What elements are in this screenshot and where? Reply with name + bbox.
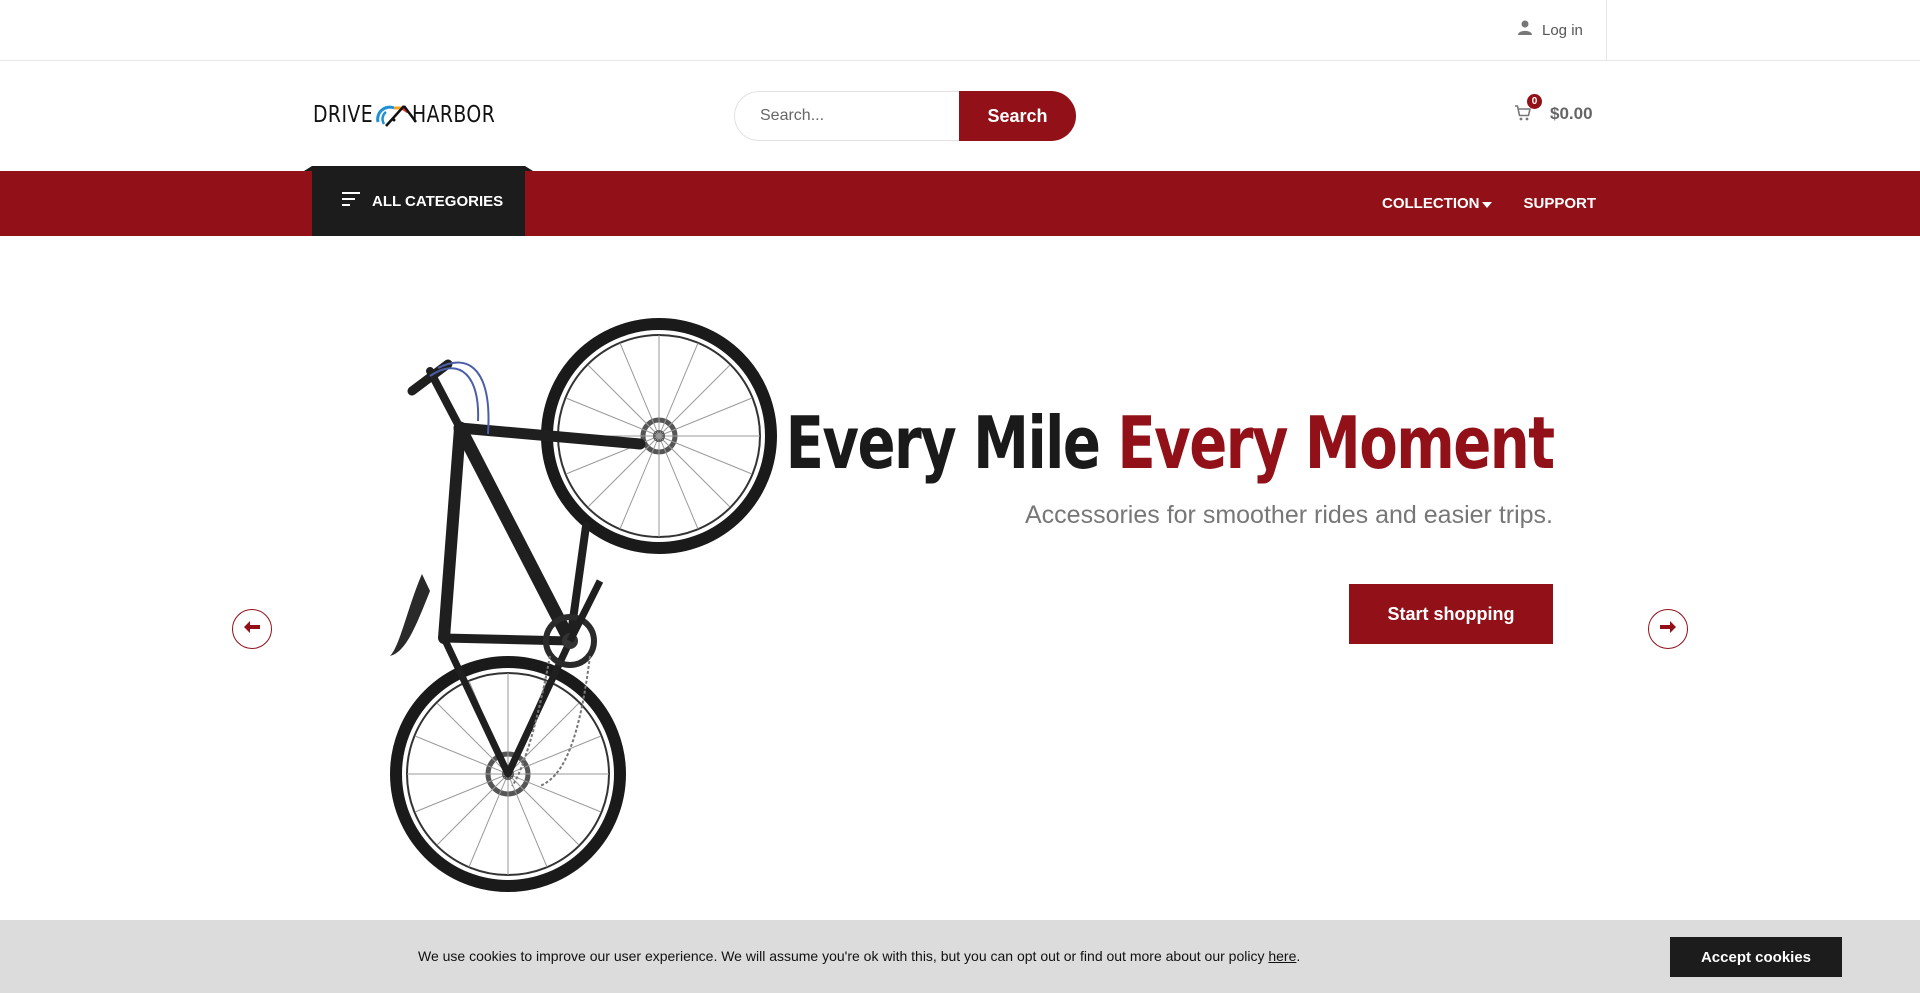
accept-cookies-button[interactable]: Accept cookies: [1670, 937, 1842, 977]
start-shopping-button[interactable]: Start shopping: [1349, 584, 1553, 644]
search-button[interactable]: Search: [959, 91, 1076, 141]
bicycle-image: [390, 318, 777, 892]
arrow-right-icon: [1660, 620, 1676, 638]
logo-text-left: DRIVE: [313, 102, 374, 128]
nav-item-collection[interactable]: COLLECTION: [1382, 195, 1492, 212]
cookie-message-suffix: .: [1296, 948, 1301, 964]
nav-item-support[interactable]: SUPPORT: [1524, 195, 1597, 212]
slider-next-button[interactable]: [1648, 609, 1688, 649]
nav-links: COLLECTION SUPPORT: [1382, 171, 1596, 236]
topbar-divider: [1606, 0, 1607, 61]
menu-lines-icon: [342, 191, 360, 211]
hero-slider: Every Mile Every Moment Accessories for …: [0, 236, 1920, 920]
arrow-left-icon: [244, 620, 260, 638]
search-input[interactable]: [734, 91, 959, 141]
nav-item-label: COLLECTION: [1382, 195, 1480, 212]
nav-item-label: SUPPORT: [1523, 195, 1597, 212]
top-utility-bar: Log in: [0, 0, 1920, 61]
cart-count-badge: 0: [1527, 94, 1542, 109]
all-categories-button[interactable]: ALL CATEGORIES: [304, 166, 533, 236]
main-nav: ALL CATEGORIES COLLECTION SUPPORT: [0, 166, 1920, 236]
site-logo[interactable]: DRIVE HARBOR: [313, 99, 514, 131]
cookie-message: We use cookies to improve our user exper…: [418, 948, 1300, 964]
cart-icon: [1514, 105, 1532, 126]
cart-total: $0.00: [1550, 104, 1593, 123]
search-form: Search: [734, 91, 1076, 141]
login-label: Log in: [1542, 21, 1583, 39]
caret-down-icon: [1481, 201, 1492, 208]
headline-part-red: Every Moment: [1116, 401, 1555, 485]
hero-headline: Every Mile Every Moment: [785, 401, 1555, 485]
hero-subtitle: Accessories for smoother rides and easie…: [1025, 501, 1553, 529]
cookie-message-text: We use cookies to improve our user exper…: [418, 948, 1269, 964]
slider-prev-button[interactable]: [232, 609, 272, 649]
user-icon: [1518, 20, 1532, 40]
cookie-policy-link[interactable]: here: [1268, 948, 1296, 964]
login-link[interactable]: Log in: [1518, 19, 1583, 41]
all-categories-label: ALL CATEGORIES: [372, 192, 504, 210]
cookie-banner: We use cookies to improve our user exper…: [0, 920, 1920, 993]
cart-summary[interactable]: 0 $0.00: [1514, 94, 1593, 129]
site-header: DRIVE HARBOR Search 0 $0.00: [0, 61, 1920, 171]
logo-text-right: HARBOR: [412, 102, 496, 128]
headline-part-dark: Every Mile: [785, 401, 1100, 485]
